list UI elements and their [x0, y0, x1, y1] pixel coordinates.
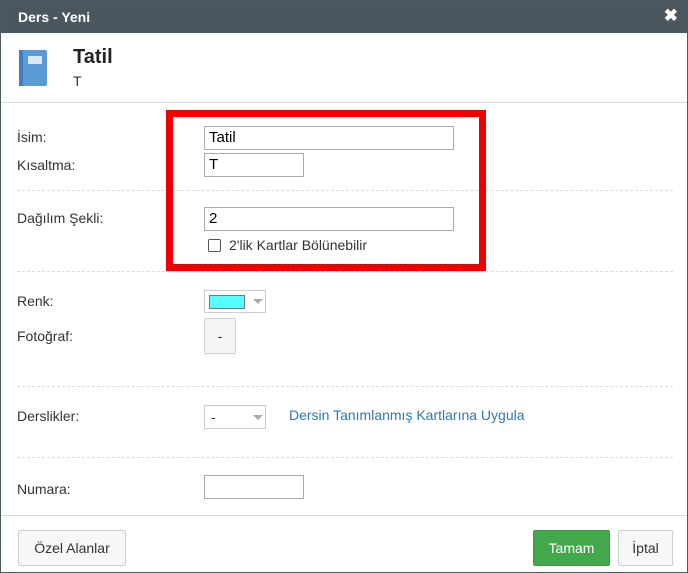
distribution-label: Dağılım Şekli: — [17, 210, 104, 226]
abbreviation-label: Kısaltma: — [17, 157, 76, 173]
color-picker[interactable] — [204, 290, 266, 313]
custom-fields-button[interactable]: Özel Alanlar — [18, 530, 126, 566]
cancel-button[interactable]: İptal — [618, 530, 673, 566]
subject-abbreviation-subheading: T — [73, 73, 82, 89]
apply-to-cards-link[interactable]: Dersin Tanımlanmış Kartlarına Uygula — [289, 407, 525, 423]
dialog-footer: Özel Alanlar Tamam İptal — [1, 515, 687, 572]
classrooms-select[interactable]: - — [204, 405, 266, 429]
dialog-title: Ders - Yeni — [18, 9, 91, 25]
close-icon[interactable]: ✖ — [664, 6, 678, 26]
chevron-down-icon — [253, 299, 263, 304]
classrooms-select-value: - — [211, 409, 216, 425]
highlight-box — [166, 110, 486, 271]
number-input[interactable] — [204, 475, 304, 499]
photo-button[interactable]: - — [204, 318, 236, 354]
color-swatch — [209, 295, 245, 309]
photo-label: Fotoğraf: — [17, 328, 74, 344]
book-icon — [19, 50, 47, 86]
dialog-titlebar: Ders - Yeni ✖ — [1, 1, 687, 33]
ok-button[interactable]: Tamam — [533, 530, 610, 566]
dialog-header: Tatil T — [1, 33, 687, 103]
number-label: Numara: — [17, 481, 71, 497]
dialog-window: Ders - Yeni ✖ Tatil T İsim: Tatil Kısalt… — [0, 0, 688, 573]
subject-name-heading: Tatil — [73, 46, 113, 68]
color-label: Renk: — [17, 293, 54, 309]
separator — [17, 457, 673, 458]
separator — [17, 271, 673, 272]
classrooms-label: Derslikler: — [17, 408, 80, 424]
separator — [17, 386, 673, 387]
name-label: İsim: — [17, 129, 47, 145]
chevron-down-icon — [253, 415, 263, 420]
